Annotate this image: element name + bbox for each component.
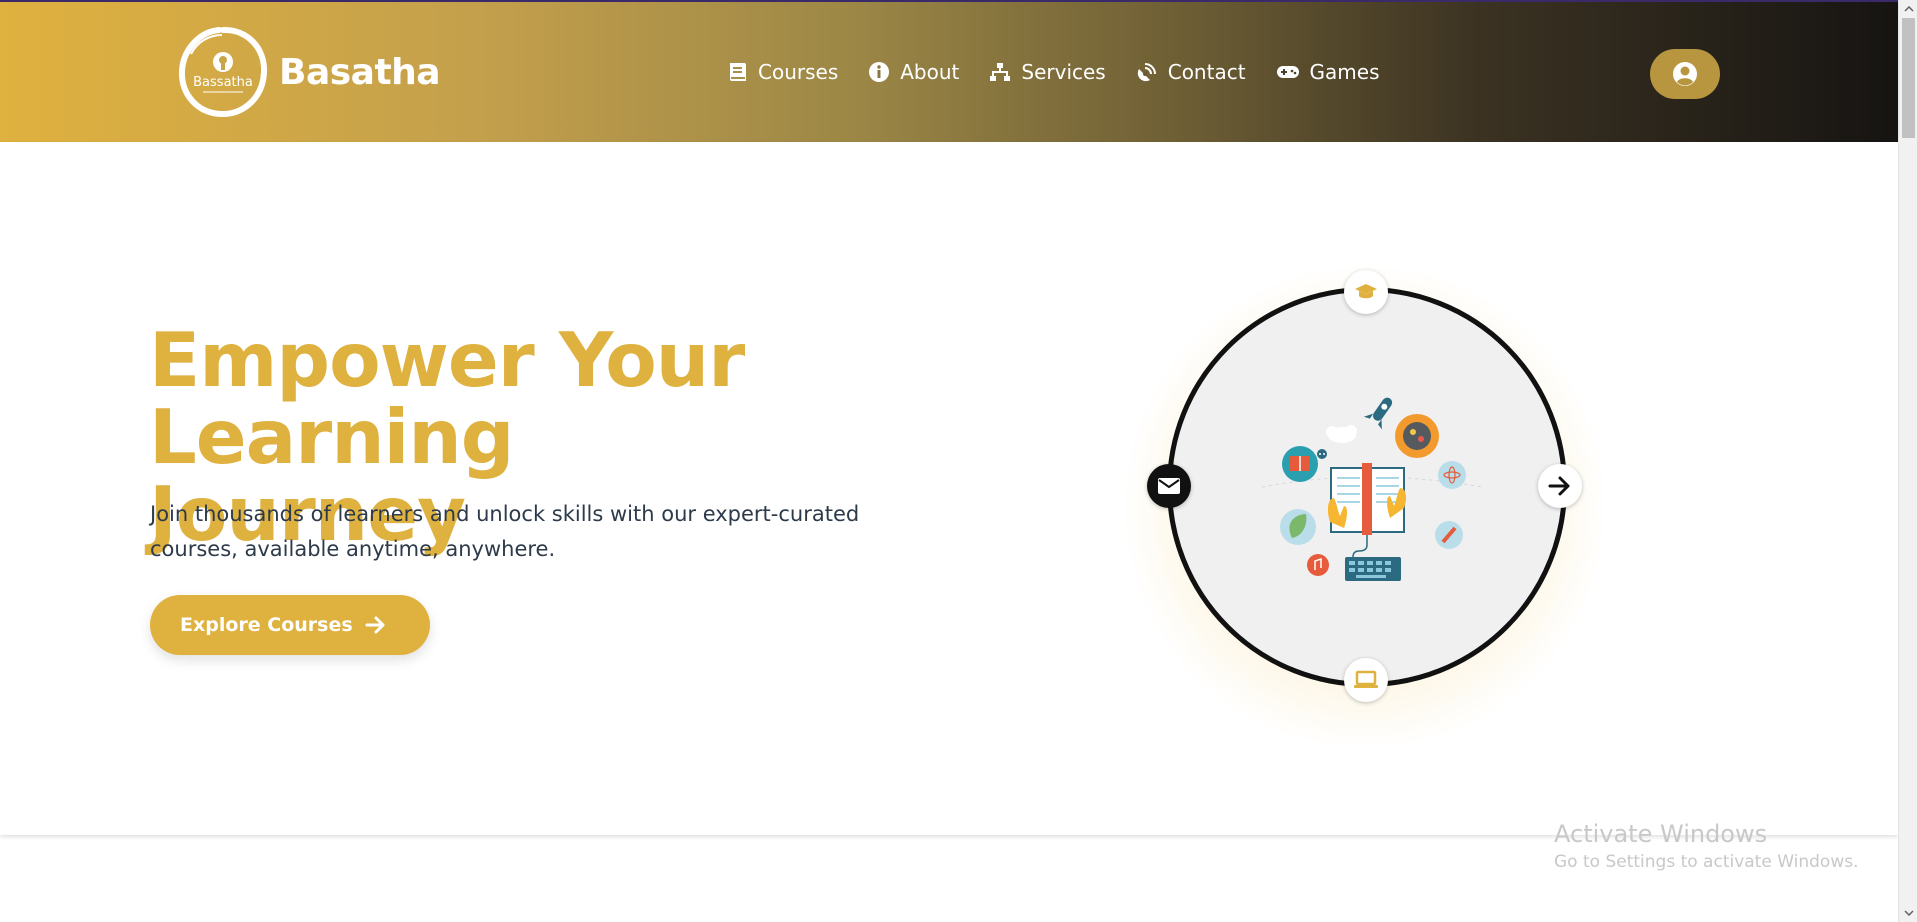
chevron-up-icon (1903, 6, 1914, 12)
scroll-up-button[interactable] (1899, 2, 1917, 16)
nav-item-games[interactable]: Games (1276, 60, 1380, 84)
logo-text: Bassatha (193, 75, 253, 90)
main-nav: Courses About Services Contact Games (728, 60, 1410, 84)
vertical-scrollbar[interactable] (1898, 0, 1917, 922)
nav-item-courses[interactable]: Courses (728, 60, 838, 84)
illustration-circle (1167, 287, 1567, 687)
site-header: Bassatha Basatha Courses About Services (0, 0, 1898, 142)
book-icon (730, 63, 746, 81)
sitemap-icon (990, 63, 1011, 81)
explore-courses-button[interactable]: Explore Courses (150, 595, 430, 655)
explore-courses-label: Explore Courses (180, 614, 353, 636)
orbit-laptop-button[interactable] (1344, 658, 1388, 702)
nav-item-contact[interactable]: Contact (1136, 60, 1246, 84)
nav-label-contact: Contact (1167, 60, 1246, 84)
scroll-thumb[interactable] (1902, 18, 1915, 138)
orbit-graduation-button[interactable] (1344, 270, 1388, 314)
info-icon (869, 62, 890, 82)
satellite-dish-icon (1137, 63, 1156, 82)
nav-label-games: Games (1309, 60, 1380, 84)
brand-logo-link[interactable]: Bassatha Basatha (177, 24, 441, 120)
envelope-icon (1158, 478, 1180, 494)
nav-item-services[interactable]: Services (989, 60, 1106, 84)
arrow-right-icon (1548, 476, 1570, 496)
windows-activation-watermark: Activate Windows Go to Settings to activ… (1554, 820, 1859, 872)
arrow-right-icon (365, 616, 385, 634)
hero-section: Empower Your Learning Journey Join thous… (0, 142, 1898, 835)
chevron-down-icon (1903, 910, 1914, 916)
learning-illustration (1261, 397, 1483, 581)
orbit-envelope-button[interactable] (1147, 464, 1191, 508)
watermark-title: Activate Windows (1554, 820, 1768, 848)
user-circle-icon (1673, 62, 1697, 86)
hero-title-line-1: Empower Your (149, 316, 745, 404)
logo-icon: Bassatha (177, 24, 269, 120)
scroll-down-button[interactable] (1899, 906, 1917, 920)
hero-subtitle: Join thousands of learners and unlock sk… (150, 502, 860, 561)
profile-button[interactable] (1650, 49, 1720, 99)
graduation-cap-icon (1355, 284, 1377, 299)
nav-label-about: About (900, 60, 960, 84)
laptop-icon (1354, 670, 1378, 688)
page: Bassatha Basatha Courses About Services (0, 0, 1917, 922)
gamepad-icon (1276, 66, 1299, 78)
watermark-subtitle: Go to Settings to activate Windows. (1554, 852, 1859, 872)
nav-label-courses: Courses (758, 60, 839, 84)
brand-name: Basatha (279, 51, 441, 93)
nav-label-services: Services (1021, 60, 1106, 84)
nav-item-about[interactable]: About (868, 60, 959, 84)
orbit-next-button[interactable] (1538, 464, 1582, 508)
